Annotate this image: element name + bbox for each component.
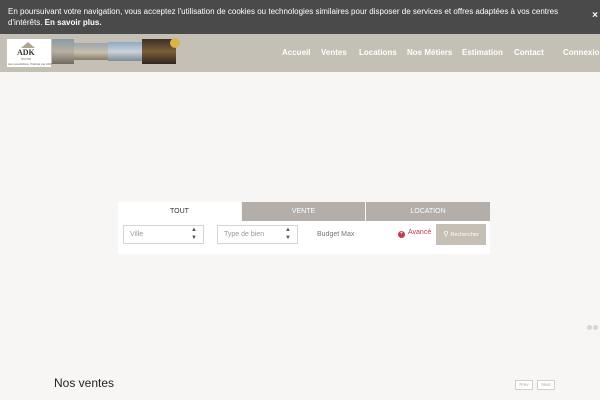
- nav-item-accueil[interactable]: Accueil: [282, 48, 310, 57]
- logo-tagline: des possibilités, l'habitat par ADK: [8, 62, 53, 66]
- logo-sub: Immo: [21, 56, 31, 61]
- search-icon: ⚲: [443, 231, 449, 238]
- budget-input[interactable]: [317, 225, 393, 244]
- sales-next-button[interactable]: Next: [537, 380, 555, 390]
- header-photo: [52, 39, 74, 64]
- advanced-search-toggle[interactable]: + Avancé: [398, 229, 431, 238]
- search-button-label: Rechercher: [450, 232, 479, 238]
- header-photo-strip: [52, 38, 180, 64]
- nav-item-estimation[interactable]: Estimation: [462, 48, 503, 57]
- search-button[interactable]: ⚲ Rechercher: [436, 224, 486, 245]
- property-type-label: Type de bien: [224, 231, 265, 238]
- plus-icon: +: [398, 231, 405, 238]
- nav-item-nos-metiers[interactable]: Nos Métiers: [407, 48, 452, 57]
- city-select[interactable]: Ville ▲ ▼: [123, 225, 204, 244]
- carousel-dot[interactable]: [587, 325, 592, 330]
- nav-item-ventes[interactable]: Ventes: [321, 48, 347, 57]
- header-photo: [108, 42, 142, 61]
- city-select-label: Ville: [130, 231, 144, 238]
- search-panel: Ville ▲▼ Type de bien ▲▼ +Avancé ⚲Recher…: [118, 221, 490, 254]
- close-icon[interactable]: ×: [592, 10, 598, 22]
- nav-item-contact[interactable]: Contact: [514, 48, 544, 57]
- property-search: TOUT VENTE LOCATION Ville ▲ ▼ Type de bie…: [118, 202, 490, 254]
- site-logo[interactable]: ADK Immo des possibilités, l'habitat par…: [7, 39, 53, 67]
- sales-prev-button[interactable]: Prev: [515, 380, 533, 390]
- property-type-select[interactable]: Type de bien ▲ ▼: [217, 225, 298, 244]
- advanced-label: Avancé: [408, 229, 432, 236]
- carousel-dot[interactable]: [593, 325, 598, 330]
- cookie-banner: En poursuivant votre navigation, vous ac…: [0, 0, 600, 34]
- tab-location[interactable]: LOCATION: [366, 202, 490, 221]
- nav-item-locations[interactable]: Locations: [359, 48, 397, 57]
- header-badge: [170, 38, 180, 48]
- nav-item-connexion[interactable]: Connexion: [563, 48, 600, 57]
- tab-vente[interactable]: VENTE: [242, 202, 365, 221]
- select-arrows-icon: ▲ ▼: [285, 227, 291, 241]
- header-photo: [74, 43, 108, 60]
- carousel-dots: [587, 317, 599, 335]
- sales-section-title: Nos ventes: [54, 376, 115, 390]
- cookie-more-link[interactable]: En savoir plus.: [45, 18, 102, 27]
- site-header: ADK Immo des possibilités, l'habitat par…: [0, 34, 600, 72]
- select-arrows-icon: ▲ ▼: [191, 227, 197, 241]
- tab-tout[interactable]: TOUT: [118, 202, 241, 221]
